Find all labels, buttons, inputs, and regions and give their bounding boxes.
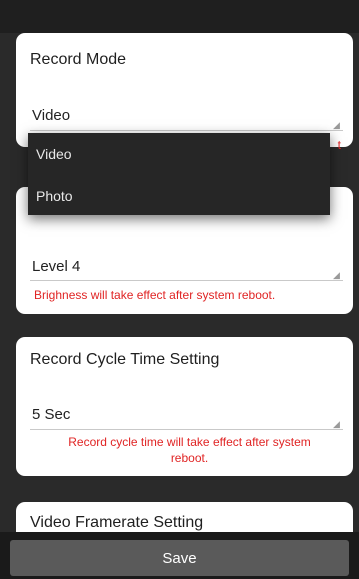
top-bar — [0, 0, 359, 33]
record-cycle-warning-line2: reboot. — [170, 451, 209, 465]
record-cycle-select[interactable]: 5 Sec — [32, 406, 70, 423]
record-mode-warning: t — [337, 138, 341, 152]
record-mode-dropdown: Video Photo — [28, 133, 330, 215]
record-cycle-title: Record Cycle Time Setting — [30, 351, 220, 368]
record-cycle-warning-line1: Record cycle time will take effect after… — [68, 435, 311, 449]
record-mode-card: Record Mode Video ◢ t — [16, 33, 353, 152]
brightness-select[interactable]: Level 4 — [32, 258, 80, 275]
record-mode-underline — [30, 130, 343, 131]
record-mode-title: Record Mode — [30, 51, 127, 68]
record-cycle-card: Record Cycle Time Setting 5 Sec ◢ Record… — [16, 337, 353, 476]
dropdown-option-photo[interactable]: Photo — [36, 188, 73, 204]
select-resize-icon: ◢ — [333, 270, 340, 280]
brightness-underline — [30, 280, 343, 281]
record-mode-select[interactable]: Video — [32, 107, 70, 124]
dropdown-option-video[interactable]: Video — [36, 146, 72, 162]
select-resize-icon: ◢ — [333, 419, 340, 429]
save-button[interactable]: Save — [10, 540, 349, 576]
record-cycle-underline — [30, 429, 343, 430]
save-bar: Save — [0, 532, 359, 579]
select-resize-icon: ◢ — [333, 120, 340, 130]
video-framerate-title: Video Framerate Setting — [30, 514, 204, 531]
brightness-warning: Brighness will take effect after system … — [34, 288, 276, 302]
